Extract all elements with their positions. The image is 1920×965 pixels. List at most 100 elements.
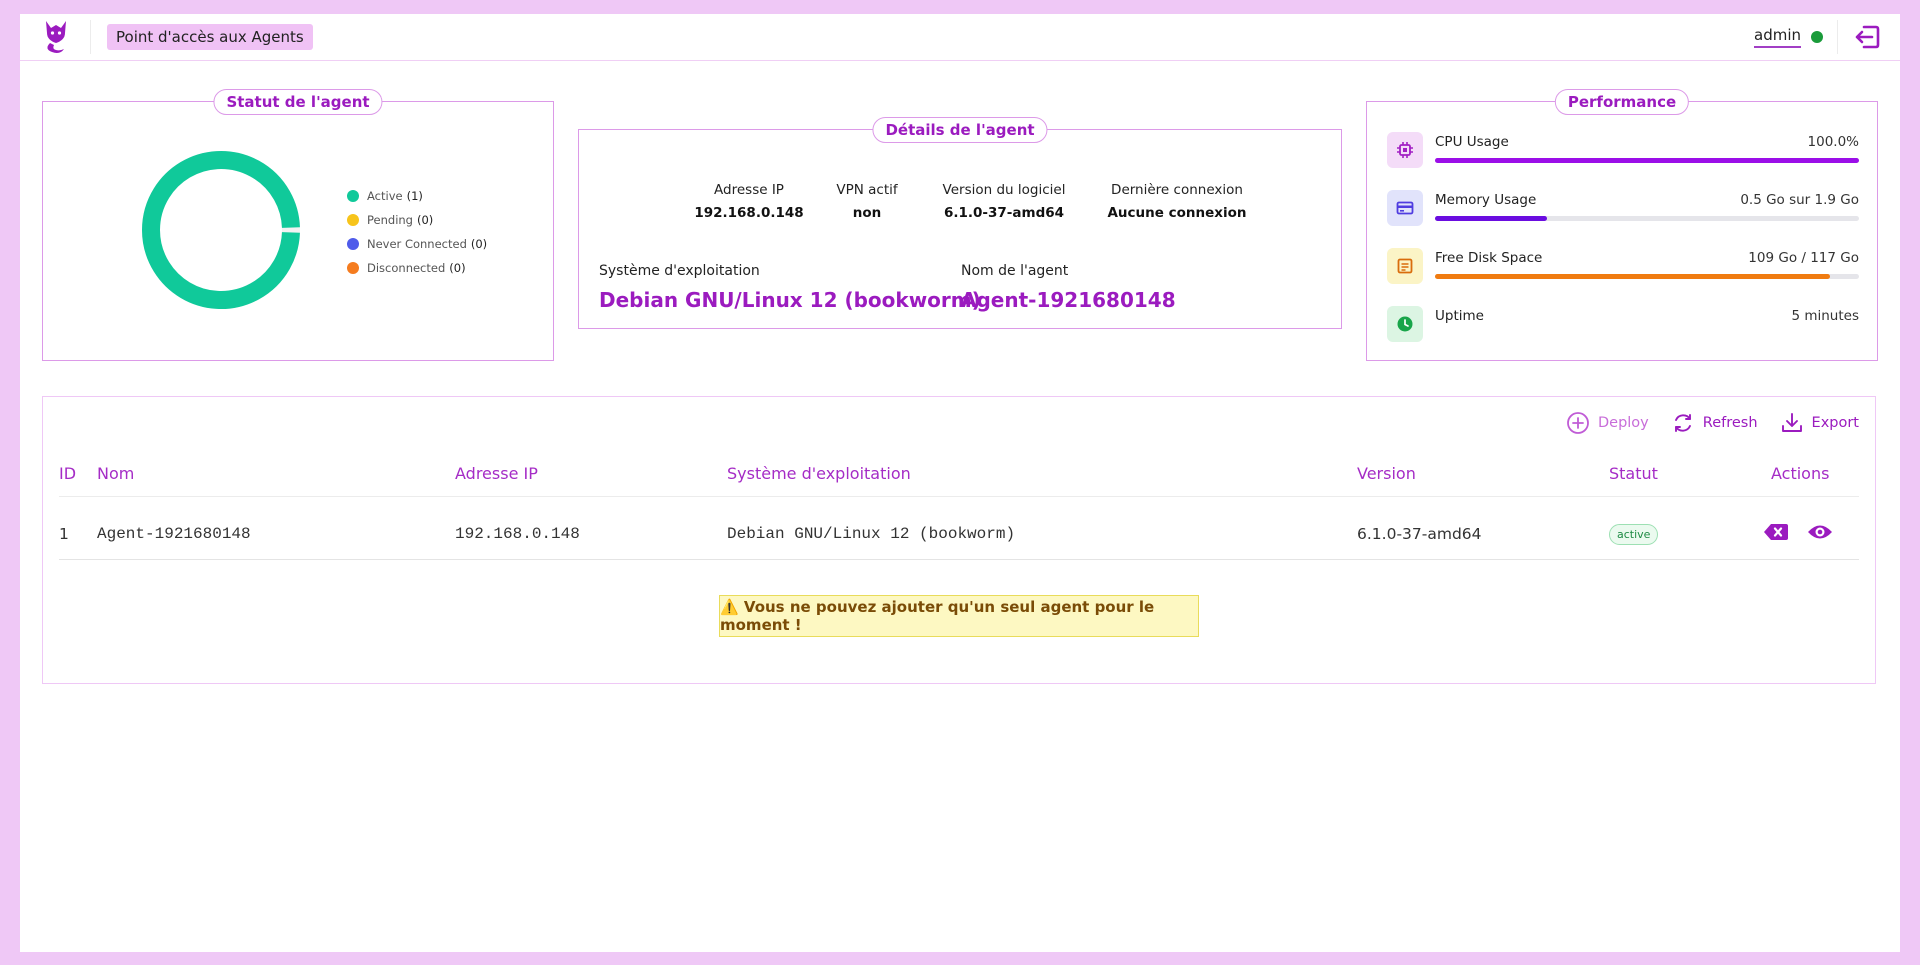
download-icon [1781,413,1802,432]
status-badge: active [1609,524,1659,545]
detail-os-label: Système d'exploitation [599,263,760,279]
legend-item-pending: Pending (0) [347,208,487,232]
clock-icon [1387,306,1423,342]
detail-ip: Adresse IP 192.168.0.148 [679,182,819,221]
column-header-id[interactable]: ID [59,464,76,483]
perf-track-disk [1435,274,1859,279]
detail-last-connection-label: Dernière connexion [1111,182,1243,198]
row-os: Debian GNU/Linux 12 (bookworm) [727,525,1016,543]
detail-os-value: Debian GNU/Linux 12 (bookworm) [599,288,981,312]
detail-last-connection-value: Aucune connexion [1107,205,1247,221]
deploy-button[interactable]: Deploy [1566,411,1649,435]
detail-ip-value: 192.168.0.148 [694,205,804,221]
perf-value-memory: 0.5 Go sur 1.9 Go [1740,192,1859,208]
perf-bar-disk [1435,274,1831,279]
plus-circle-icon [1567,412,1589,434]
row-name: Agent-1921680148 [97,525,251,543]
legend-dot-pending [347,214,359,226]
export-button-label: Export [1811,415,1859,431]
detail-ip-label: Adresse IP [714,182,784,198]
donut-slice-active [142,151,300,309]
perf-row-memory: Memory Usage 0.5 Go sur 1.9 Go [1387,190,1859,230]
row-version: 6.1.0-37-amd64 [1357,525,1482,543]
header-divider-right [1837,20,1838,54]
detail-last-connection: Dernière connexion Aucune connexion [1097,182,1257,221]
legend-dot-disconnected [347,262,359,274]
app-frame: Point d'accès aux Agents admin Statut de… [20,14,1900,952]
perf-label-uptime: Uptime [1435,308,1484,324]
column-header-version[interactable]: Version [1357,464,1416,483]
perf-value-cpu: 100.0% [1807,134,1859,150]
detail-agent-name-value: Agent-1921680148 [961,288,1176,312]
row-ip: 192.168.0.148 [455,525,580,543]
fox-logo-icon[interactable] [42,19,70,55]
detail-vpn-label: VPN actif [836,182,898,198]
detail-vpn: VPN actif non [817,182,917,221]
legend-label-active: Active [367,189,403,203]
column-header-status[interactable]: Statut [1609,464,1658,483]
column-header-ip[interactable]: Adresse IP [455,464,538,483]
legend-count-disconnected: (0) [449,261,466,275]
perf-row-uptime: Uptime 5 minutes [1387,306,1859,346]
perf-value-disk: 109 Go / 117 Go [1748,250,1859,266]
status-legend: Active (1) Pending (0) Never Connected (… [347,184,487,280]
perf-bar-cpu [1435,158,1859,163]
refresh-button-label: Refresh [1702,415,1758,431]
perf-row-disk: Free Disk Space 109 Go / 117 Go [1387,248,1859,288]
legend-count-never-connected: (0) [470,237,488,251]
detail-vpn-value: non [852,205,882,221]
legend-item-never-connected: Never Connected (0) [347,232,487,256]
perf-track-cpu [1435,158,1859,163]
legend-count-active: (1) [406,189,423,203]
column-header-os[interactable]: Système d'exploitation [727,464,911,483]
refresh-button[interactable]: Refresh [1671,411,1758,435]
agent-status-title: Statut de l'agent [213,89,383,115]
agents-table-card: Deploy Refresh Export ID Nom Adresse IP [42,396,1876,684]
performance-title: Performance [1554,89,1690,115]
legend-item-disconnected: Disconnected (0) [347,256,487,280]
column-header-name[interactable]: Nom [97,464,134,483]
legend-label-never-connected: Never Connected [367,237,467,251]
top-bar: Point d'accès aux Agents admin [20,14,1900,61]
legend-count-pending: (0) [416,213,434,227]
delete-agent-icon[interactable] [1763,521,1789,547]
header-divider [90,20,91,54]
legend-item-active: Active (1) [347,184,487,208]
table-toolbar: Deploy Refresh Export [1544,411,1859,435]
status-donut-chart [142,151,300,309]
detail-version-label: Version du logiciel [942,182,1066,198]
legend-label-disconnected: Disconnected [367,261,446,275]
perf-label-cpu: CPU Usage [1435,134,1509,150]
agent-details-card: Détails de l'agent Adresse IP 192.168.0.… [578,117,1342,329]
single-agent-warning: ⚠️ Vous ne pouvez ajouter qu'un seul age… [719,595,1199,637]
legend-dot-never-connected [347,238,359,250]
disk-icon [1387,248,1423,284]
column-header-actions: Actions [1771,464,1830,483]
performance-card: Performance CPU Usage 100.0% Memory Usag… [1366,89,1878,361]
detail-version-value: 6.1.0-37-amd64 [943,205,1065,221]
logout-icon[interactable] [1852,22,1882,52]
row-divider-line [59,559,1859,560]
perf-bar-memory [1435,216,1547,221]
agent-status-card: Statut de l'agent Active (1) Pending (0)… [42,89,554,361]
online-status-dot [1811,31,1823,43]
deploy-button-label: Deploy [1597,415,1649,431]
detail-version: Version du logiciel 6.1.0-37-amd64 [929,182,1079,221]
view-agent-icon[interactable] [1807,521,1833,547]
header-divider-line [59,496,1859,497]
cpu-icon [1387,132,1423,168]
row-id: 1 [59,525,69,543]
agent-details-title: Détails de l'agent [872,117,1048,143]
user-name-link[interactable]: admin [1754,26,1801,48]
detail-agent-name-label: Nom de l'agent [961,263,1069,279]
perf-label-disk: Free Disk Space [1435,250,1543,266]
perf-value-uptime: 5 minutes [1791,308,1859,324]
perf-track-memory [1435,216,1859,221]
perf-row-cpu: CPU Usage 100.0% [1387,132,1859,172]
legend-dot-active [347,190,359,202]
memory-card-icon [1387,190,1423,226]
export-button[interactable]: Export [1780,411,1859,435]
legend-label-pending: Pending [367,213,413,227]
refresh-icon [1674,414,1691,432]
page-title: Point d'accès aux Agents [107,24,313,50]
